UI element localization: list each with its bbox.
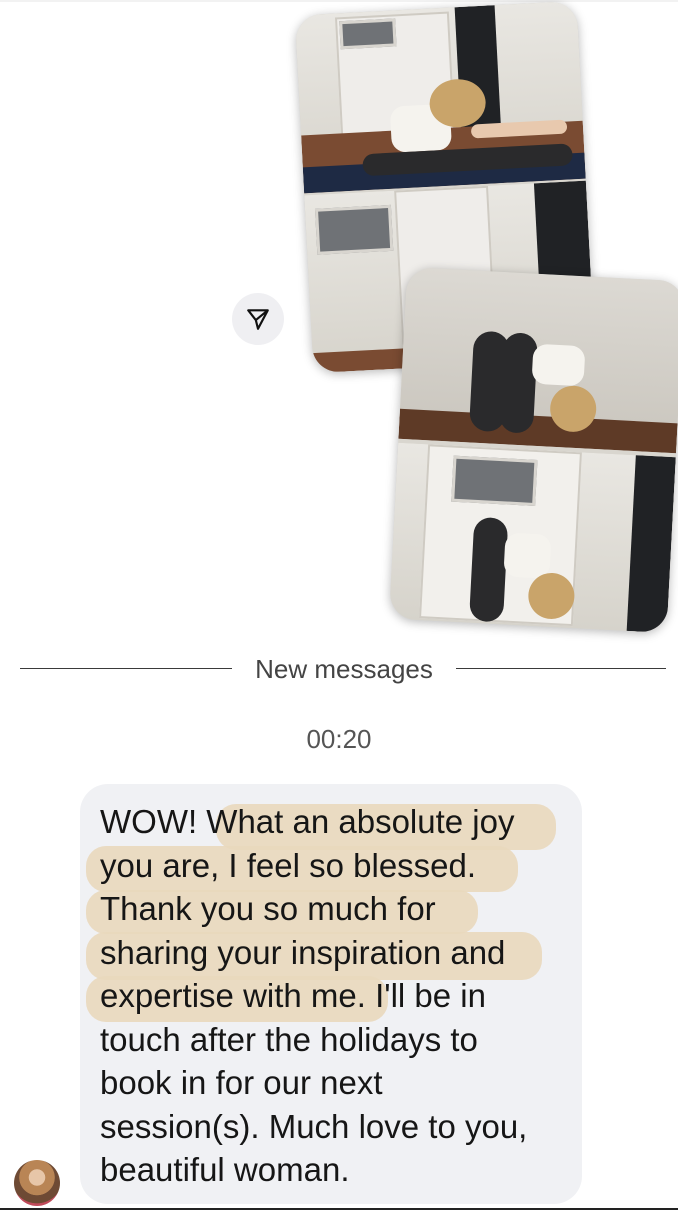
paper-plane-icon	[247, 309, 269, 330]
photo-1-top-frame	[294, 0, 586, 194]
photo-2-top-frame	[398, 266, 678, 454]
avatar[interactable]	[14, 1160, 60, 1206]
photo-2-bottom-frame	[388, 442, 676, 634]
message-timestamp: 00:20	[306, 724, 372, 754]
message-text: WOW! What an absolute joy you are, I fee…	[100, 803, 528, 1188]
share-button[interactable]	[232, 293, 284, 345]
divider-line-left	[20, 668, 232, 669]
divider-line-right	[456, 668, 666, 669]
new-messages-label: New messages	[255, 654, 433, 684]
shared-photo-2[interactable]	[388, 266, 678, 634]
